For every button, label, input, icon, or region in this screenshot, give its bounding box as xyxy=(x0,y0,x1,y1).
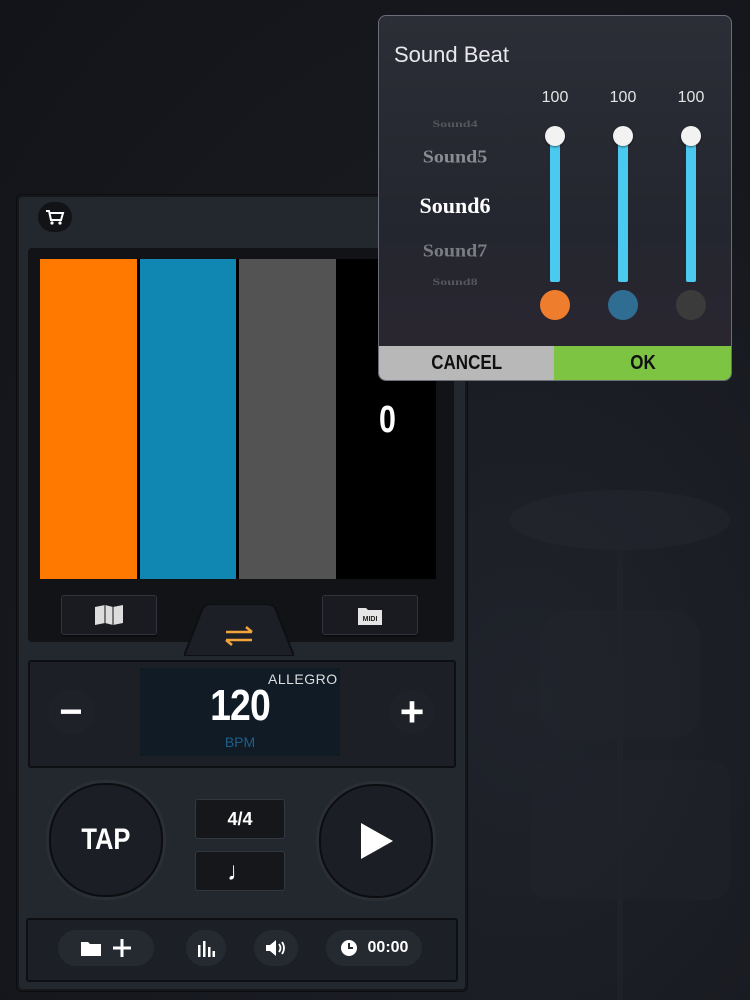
bar-chart-icon xyxy=(198,941,215,957)
ok-label: OK xyxy=(629,351,656,374)
clock-icon xyxy=(340,940,357,956)
volume-slider-1-handle[interactable] xyxy=(545,126,565,146)
quarter-note-icon: ♩ xyxy=(227,855,253,886)
bpm-value: 120 xyxy=(210,681,271,730)
sound-beat-dialog: Sound Beat Sound4 Sound5 Sound6 Sound7 S… xyxy=(378,15,732,381)
book-button[interactable] xyxy=(61,595,157,635)
midi-folder-icon: MIDI xyxy=(358,608,382,625)
bpm-label: BPM xyxy=(224,734,256,750)
tap-button[interactable]: TAP xyxy=(49,783,163,897)
note-value-button[interactable]: ♩ xyxy=(195,851,285,891)
cancel-label: CANCEL xyxy=(431,351,502,374)
time-signature-button[interactable]: 4/4 xyxy=(195,799,285,839)
folder-icon xyxy=(81,942,101,956)
sound-option-5[interactable]: Sound5 xyxy=(379,147,531,168)
volume-label-2: 100 xyxy=(609,89,637,106)
time-signature-label: 4/4 xyxy=(227,808,253,829)
plus-icon xyxy=(113,939,131,957)
background-drum-silhouette xyxy=(510,490,730,1000)
volume-button[interactable] xyxy=(254,930,298,966)
volume-slider-3[interactable] xyxy=(686,136,696,282)
beat-counter: 0 xyxy=(379,399,396,441)
swap-tab[interactable] xyxy=(184,604,294,656)
decrease-tempo-button[interactable]: − xyxy=(48,689,94,735)
beat-indicator-1[interactable] xyxy=(40,259,137,579)
beat-indicators: 0 xyxy=(40,259,436,579)
volume-label-3: 100 xyxy=(677,89,705,106)
cart-icon xyxy=(46,210,65,225)
ok-button[interactable]: OK xyxy=(554,346,731,380)
timer-button[interactable]: 00:00 xyxy=(326,930,422,966)
play-button[interactable] xyxy=(319,784,433,898)
cancel-button[interactable]: CANCEL xyxy=(379,346,554,380)
beat-indicator-2[interactable] xyxy=(140,259,236,579)
add-preset-button[interactable] xyxy=(58,930,154,966)
sound-option-7[interactable]: Sound7 xyxy=(379,241,531,262)
dialog-title: Sound Beat xyxy=(394,42,509,67)
sound-option-8[interactable]: Sound8 xyxy=(379,277,531,288)
increase-tempo-button[interactable]: + xyxy=(389,689,435,735)
volume-slider-3-handle[interactable] xyxy=(681,126,701,146)
timer-value: 00:00 xyxy=(367,939,409,956)
stats-button[interactable] xyxy=(186,930,226,966)
volume-slider-2[interactable] xyxy=(618,136,628,282)
plus-icon: + xyxy=(399,688,425,735)
book-map-icon xyxy=(95,605,123,625)
beat-indicator-3[interactable] xyxy=(239,259,336,579)
speaker-icon xyxy=(266,940,285,956)
tap-label: TAP xyxy=(81,823,131,856)
volume-slider-1[interactable] xyxy=(550,136,560,282)
midi-folder-button[interactable]: MIDI xyxy=(322,595,418,635)
beat-color-3[interactable] xyxy=(676,290,706,320)
volume-slider-2-handle[interactable] xyxy=(613,126,633,146)
sound-option-4[interactable]: Sound4 xyxy=(379,119,531,130)
minus-icon: − xyxy=(59,690,83,734)
play-icon xyxy=(361,823,393,859)
beat-color-2[interactable] xyxy=(608,290,638,320)
sound-option-6-selected[interactable]: Sound6 xyxy=(379,193,531,219)
store-button[interactable] xyxy=(38,202,72,232)
beat-color-1[interactable] xyxy=(540,290,570,320)
volume-label-1: 100 xyxy=(541,89,569,106)
midi-label: MIDI xyxy=(363,616,378,623)
